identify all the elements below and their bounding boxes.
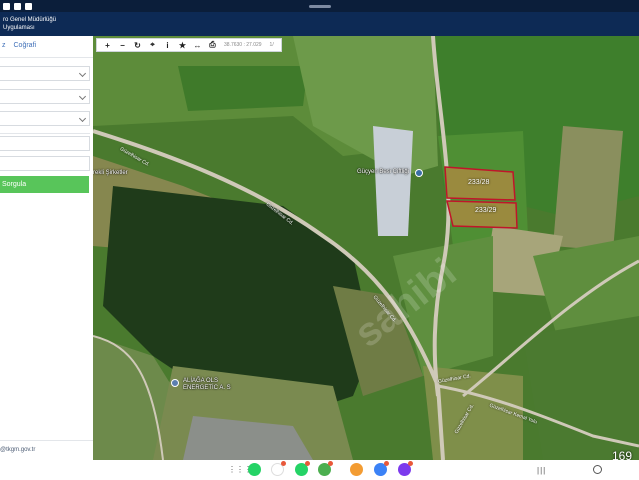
location-pin-icon xyxy=(415,169,423,177)
parcel-input[interactable] xyxy=(0,156,90,171)
footer-email[interactable]: @tkgm.gov.tr xyxy=(0,447,35,453)
map-imagery xyxy=(93,36,639,460)
home-icon[interactable] xyxy=(593,465,602,474)
province-select[interactable] xyxy=(0,66,90,81)
badge-icon xyxy=(281,461,286,466)
map-label-energy-1: ALİAĞA OLS xyxy=(183,378,219,384)
query-button[interactable]: Sorgula xyxy=(0,176,89,193)
tab-geographic[interactable]: Coğrafi xyxy=(14,42,37,57)
badge-icon xyxy=(408,461,413,466)
scale-readout: 1/ xyxy=(269,42,274,48)
corner-number: 169 xyxy=(612,449,633,460)
chevron-down-icon xyxy=(78,69,87,78)
location-pin-icon xyxy=(171,379,179,387)
app-icon xyxy=(3,2,10,10)
sidebar-divider xyxy=(0,440,93,441)
tab-parcel[interactable]: z xyxy=(0,42,6,57)
coordinate-readout: 38.7630 : 27.029 xyxy=(224,42,262,48)
badge-icon xyxy=(328,461,333,466)
parcel-label[interactable]: 233/29 xyxy=(475,207,496,214)
parcel-label[interactable]: 233/28 xyxy=(468,179,489,186)
top-handle xyxy=(309,5,331,8)
header-subtitle: Uygulaması xyxy=(3,25,35,31)
refresh-icon[interactable]: ↻ xyxy=(130,39,145,51)
map-label-farm: Güçyen Besi Çiftliği xyxy=(357,169,410,175)
print-icon[interactable]: ⎙ xyxy=(205,39,220,51)
header-title: ro Genel Müdürlüğü xyxy=(3,17,57,23)
chevron-down-icon xyxy=(78,92,87,101)
zoom-in-icon[interactable]: + xyxy=(100,39,115,51)
app-header: ro Genel Müdürlüğü Uygulaması xyxy=(0,12,639,36)
measure-icon[interactable]: ↔ xyxy=(190,39,205,51)
map-label-left: rekli Şirketler xyxy=(93,170,128,176)
badge-icon xyxy=(305,461,310,466)
crosshair-icon[interactable]: ⌖ xyxy=(145,39,160,51)
notification-icon xyxy=(14,2,21,10)
block-input[interactable] xyxy=(0,136,90,151)
district-select[interactable] xyxy=(0,89,90,104)
recents-icon[interactable]: ||| xyxy=(537,466,546,475)
neighborhood-select[interactable] xyxy=(0,111,90,126)
field-divider xyxy=(0,133,90,134)
whatsapp-icon[interactable] xyxy=(248,463,261,476)
sidebar: z Coğrafi Sorgula @tkgm.gov.tr xyxy=(0,36,93,460)
app-icon[interactable] xyxy=(350,463,363,476)
star-icon[interactable]: ★ xyxy=(175,39,190,51)
map-toolbar: + − ↻ ⌖ i ★ ↔ ⎙ 38.7630 : 27.029 1/ xyxy=(96,38,282,52)
screenshot-icon xyxy=(25,2,32,10)
badge-icon xyxy=(384,461,389,466)
zoom-out-icon[interactable]: − xyxy=(115,39,130,51)
satellite-map[interactable]: Güçyen Besi Çiftliği ALİAĞA OLS ENERGETİ… xyxy=(93,36,639,460)
info-icon[interactable]: i xyxy=(160,39,175,51)
chevron-down-icon xyxy=(78,114,87,123)
map-label-energy-2: ENERGETİC A. S xyxy=(183,385,231,391)
sidebar-tabs: z Coğrafi xyxy=(0,36,93,58)
